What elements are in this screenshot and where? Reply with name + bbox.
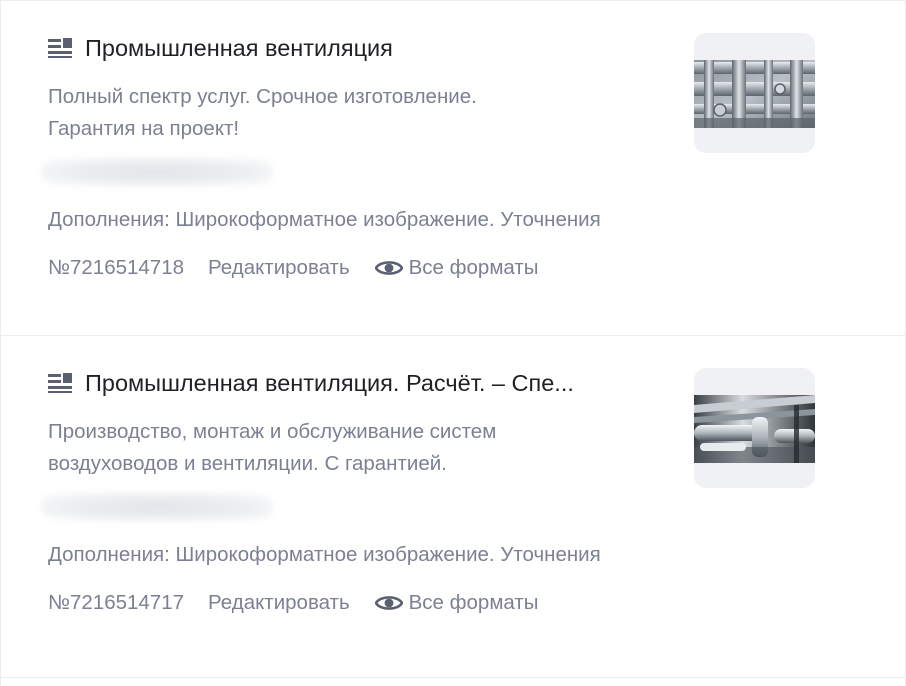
ad-id: №7216514718 <box>48 256 185 279</box>
edit-link[interactable]: Редактировать <box>208 591 350 615</box>
ad-description-line: Гарантия на проект! <box>48 117 240 140</box>
ventilation-ducts-image <box>694 60 815 128</box>
ad-extras: Дополнения: Широкоформатное изображение.… <box>48 543 601 566</box>
eye-icon <box>374 596 403 610</box>
ad-title-row: Промышленная вентиляция. Расчёт. – Спе..… <box>48 368 673 398</box>
all-formats-link[interactable]: Все форматы <box>374 256 539 280</box>
text-ad-icon <box>48 373 72 393</box>
all-formats-link[interactable]: Все форматы <box>374 591 539 615</box>
all-formats-label: Все форматы <box>408 256 539 279</box>
blurred-display-url <box>41 158 273 186</box>
ad-description: Полный спектр услуг. Срочное изготовлени… <box>48 81 648 145</box>
ad-title[interactable]: Промышленная вентиляция <box>85 33 393 63</box>
ad-description-line: Производство, монтаж и обслуживание сист… <box>48 420 497 443</box>
ad-meta-row: №7216514717 Редактировать Все форматы <box>48 591 538 615</box>
ad-image-thumbnail[interactable] <box>694 33 815 153</box>
ad-description: Производство, монтаж и обслуживание сист… <box>48 416 648 480</box>
text-ad-icon <box>48 38 72 58</box>
edit-link[interactable]: Редактировать <box>208 256 350 280</box>
ad-image-thumbnail[interactable] <box>694 368 815 488</box>
ad-title[interactable]: Промышленная вентиляция. Расчёт. – Спе..… <box>85 368 574 398</box>
ad-card: Промышленная вентиляция. Расчёт. – Спе..… <box>1 335 905 671</box>
eye-icon <box>374 261 403 275</box>
ventilation-ducts-image <box>694 395 815 463</box>
ad-description-line: воздуховодов и вентиляции. С гарантией. <box>48 452 447 475</box>
ad-title-row: Промышленная вентиляция <box>48 33 673 63</box>
list-bottom-divider <box>1 677 905 678</box>
ads-list: Промышленная вентиляция Полный спектр ус… <box>0 0 906 686</box>
ad-id: №7216514717 <box>48 591 185 614</box>
ad-extras: Дополнения: Широкоформатное изображение.… <box>48 208 601 231</box>
ad-card: Промышленная вентиляция Полный спектр ус… <box>1 0 905 335</box>
blurred-display-url <box>41 493 273 521</box>
ad-description-line: Полный спектр услуг. Срочное изготовлени… <box>48 85 477 108</box>
ad-meta-row: №7216514718 Редактировать Все форматы <box>48 256 538 280</box>
all-formats-label: Все форматы <box>408 591 539 614</box>
